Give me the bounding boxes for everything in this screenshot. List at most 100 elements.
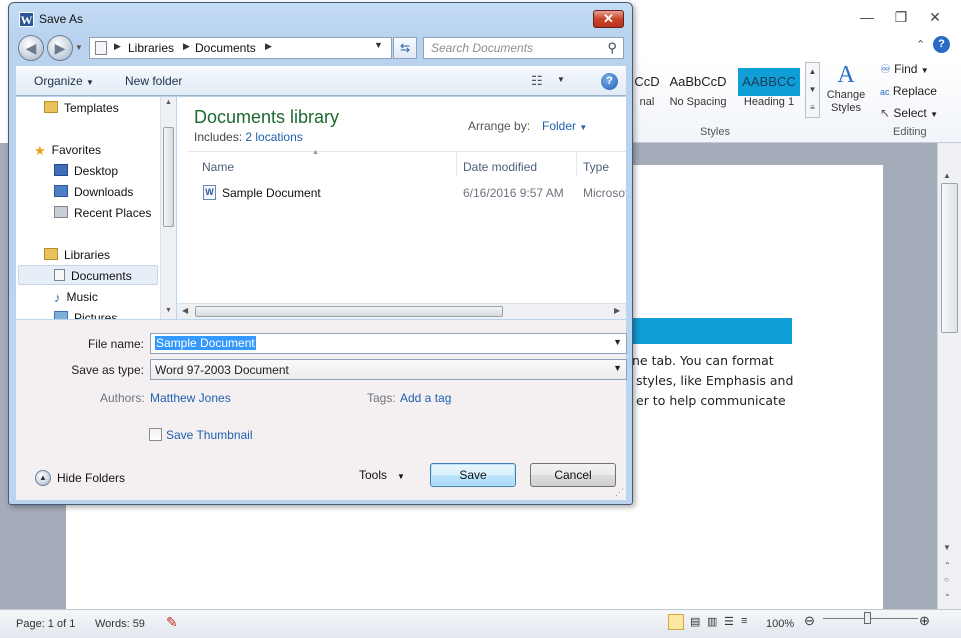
help-icon[interactable]: ? [601,73,618,90]
prev-page-icon[interactable]: ⌃ [944,561,951,570]
music-icon: ♪ [54,290,61,305]
full-screen-icon[interactable]: ▤ [690,615,700,628]
status-words[interactable]: Words: 59 [95,618,145,630]
chevron-up-icon[interactable]: ▲ [35,470,51,486]
zoom-level[interactable]: 100% [766,618,794,630]
resize-grip-icon[interactable]: ⋰ [615,487,624,498]
column-divider[interactable] [456,152,457,177]
scroll-left-icon[interactable]: ◀ [182,306,188,315]
breadcrumb-libraries[interactable]: Libraries [128,41,174,55]
save-type-dropdown-icon[interactable]: ▼ [613,363,622,373]
ribbon-group-styles: Styles [700,126,730,138]
nav-item-libraries[interactable]: Libraries [44,248,110,262]
file-hscroll-thumb[interactable] [195,306,503,317]
scroll-up-icon[interactable]: ▲ [165,99,172,106]
select-dropdown-icon: ▼ [930,110,939,119]
proofing-icon[interactable]: ✎ [166,614,178,631]
word-help-icon[interactable]: ? [933,36,950,53]
search-icon[interactable]: ⚲ [607,40,617,56]
nav-item-documents[interactable]: Documents [54,269,132,283]
style-name: nal [639,96,655,108]
nav-item-downloads[interactable]: Downloads [54,185,133,199]
doc-line: er to help communicate [636,393,786,408]
tags-value[interactable]: Add a tag [400,391,451,405]
zoom-out-icon[interactable]: ⊖ [804,613,815,629]
zoom-slider-thumb[interactable] [864,612,871,624]
close-icon[interactable]: ✕ [593,10,624,28]
column-type[interactable]: Type [583,160,609,174]
authors-value[interactable]: Matthew Jones [150,391,231,405]
nav-item-desktop[interactable]: Desktop [54,164,118,178]
nav-item-music[interactable]: ♪ Music [54,290,98,305]
word-scroll-thumb[interactable] [941,183,958,333]
outline-icon[interactable]: ☰ [724,615,734,628]
select-button[interactable]: ↖ Select ▼ [880,106,938,120]
nav-item-templates[interactable]: Templates [44,101,119,115]
file-name-dropdown-icon[interactable]: ▼ [613,337,622,347]
file-row[interactable]: W Sample Document 6/16/2016 9:57 AM Micr… [187,183,626,203]
save-type-select[interactable]: Word 97-2003 Document ▼ [150,359,627,380]
nav-item-favorites[interactable]: ★ Favorites [34,143,101,159]
scroll-down-icon[interactable]: ▼ [943,543,951,552]
back-icon[interactable]: ◀ [18,35,44,61]
breadcrumb-arrow-icon[interactable]: ▶ [183,41,190,52]
save-type-value: Word 97-2003 Document [155,363,289,377]
ribbon-collapse-icon[interactable]: ⌃ [916,38,925,51]
save-thumbnail-label[interactable]: Save Thumbnail [166,428,253,442]
word-vertical-scrollbar[interactable]: ▲ ▼ ⌃ ○ ⌄ [937,143,961,609]
scroll-down-icon[interactable]: ▼ [165,307,172,314]
browse-object-icon[interactable]: ○ [944,575,949,584]
nav-scroll-thumb[interactable] [163,127,174,227]
replace-button[interactable]: ac Replace [880,84,937,98]
style-no-spacing[interactable]: AaBbCcD No Spacing [664,68,732,118]
refresh-icon[interactable]: ⇆ [393,37,417,59]
forward-icon[interactable]: ▶ [47,35,73,61]
word-close-icon[interactable]: ✕ [924,8,946,26]
scroll-right-icon[interactable]: ▶ [614,306,620,315]
file-pane-hscrollbar[interactable]: ◀ ▶ [177,303,626,319]
web-layout-icon[interactable]: ▥ [707,615,717,628]
style-normal[interactable]: CcD nal [632,68,662,118]
view-dropdown-icon[interactable]: ▼ [557,75,565,84]
save-thumbnail-checkbox[interactable] [149,428,162,441]
nav-item-label: Libraries [64,248,111,262]
recent-pages-icon[interactable]: ▼ [75,43,83,52]
library-locations-link[interactable]: 2 locations [245,130,302,144]
column-divider[interactable] [576,152,577,177]
search-input[interactable]: Search Documents ⚲ [423,37,624,59]
breadcrumb-arrow-icon[interactable]: ▶ [114,41,121,52]
next-page-icon[interactable]: ⌄ [944,589,951,598]
cancel-button[interactable]: Cancel [530,463,616,487]
new-folder-button[interactable]: New folder [125,74,182,88]
print-layout-icon[interactable] [668,614,684,630]
arrange-by-dropdown[interactable]: Folder ▼ [542,119,587,133]
save-button[interactable]: Save [430,463,516,487]
hide-folders-button[interactable]: Hide Folders [57,471,125,485]
breadcrumb-arrow-icon[interactable]: ▶ [265,41,272,52]
column-date-modified[interactable]: Date modified [463,160,537,174]
minimize-icon[interactable]: — [856,8,878,26]
zoom-in-icon[interactable]: ⊕ [919,613,930,629]
find-button[interactable]: ♾ Find ▼ [880,62,929,76]
organize-button[interactable]: Organize ▼ [34,74,94,88]
status-page[interactable]: Page: 1 of 1 [16,618,75,630]
file-name-input[interactable]: Sample Document ▼ [150,333,627,354]
draft-icon[interactable]: ≡ [741,615,747,627]
breadcrumb-documents[interactable]: Documents [195,41,256,55]
address-dropdown-icon[interactable]: ▼ [374,40,383,50]
scroll-up-icon[interactable]: ▲ [943,171,951,180]
restore-icon[interactable]: ❐ [890,8,912,26]
view-options-icon[interactable]: ☷ [531,73,543,89]
nav-item-recent-places[interactable]: Recent Places [54,206,151,220]
tools-button[interactable]: Tools ▼ [359,468,405,482]
change-styles-button[interactable]: A Change Styles [826,62,866,115]
word-titlebar: — ❐ ✕ [630,0,961,36]
address-bar[interactable]: ▶ Libraries ▶ Documents ▶ ▼ [89,37,392,59]
nav-item-pictures[interactable]: Pictures [54,311,117,319]
style-heading-1[interactable]: AABBCC Heading 1 [738,68,800,118]
binoculars-icon: ♾ [880,62,891,76]
organize-label: Organize [34,74,83,88]
column-name[interactable]: Name [202,160,234,174]
nav-pane-scrollbar[interactable]: ▲ ▼ [160,97,176,319]
styles-gallery-scroll[interactable]: ▲ ▼ ≡ [805,62,820,118]
